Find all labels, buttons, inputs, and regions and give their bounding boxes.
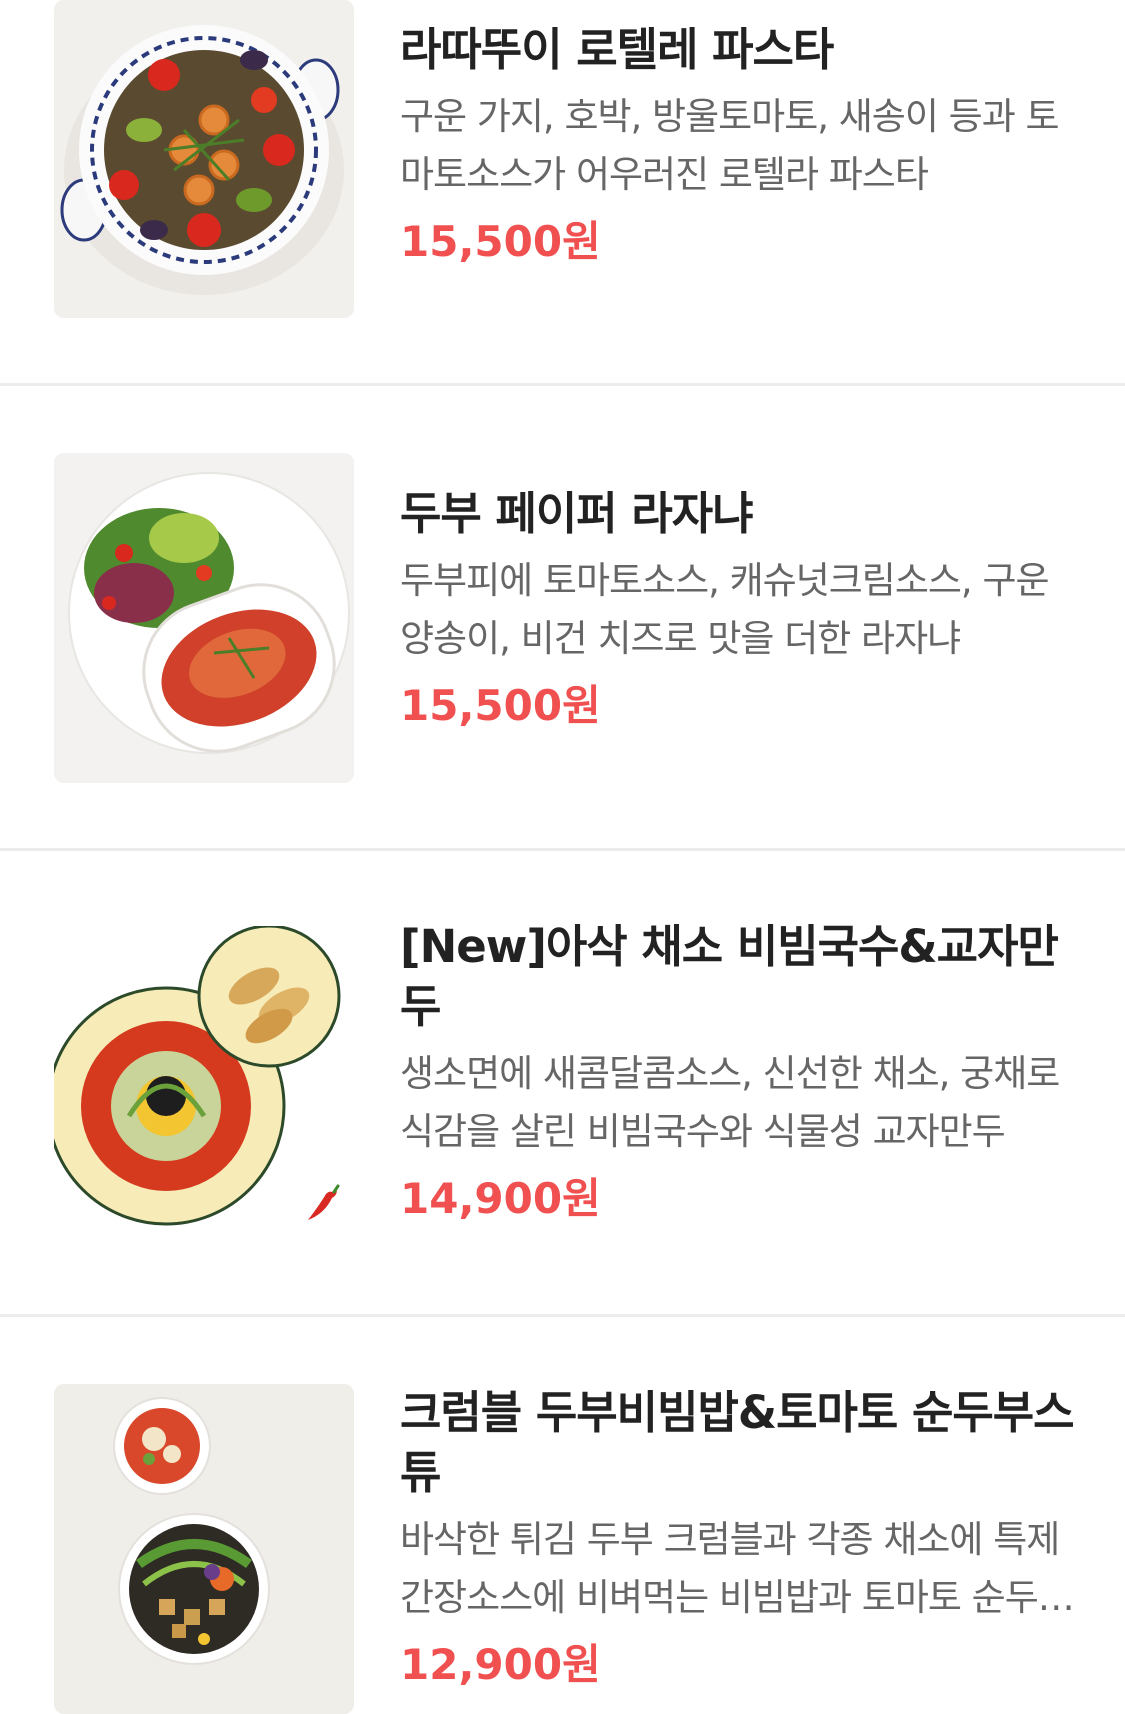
menu-item-name: [New]아삭 채소 비빔국수&교자만두 xyxy=(400,920,1059,1033)
menu-item[interactable]: [New]아삭 채소 비빔국수&교자만두 생소면에 새콤달콤소스, 신선한 채소… xyxy=(0,851,1125,1316)
menu-item[interactable]: 두부 페이퍼 라자냐 두부피에 토마토소스, 캐슈넛크림소스, 구운양송이, 비… xyxy=(0,386,1125,850)
menu-item-info: [New]아삭 채소 비빔국수&교자만두 생소면에 새콤달콤소스, 신선한 채소… xyxy=(400,917,1080,1227)
menu-item-price: 12,900원 xyxy=(400,1640,601,1689)
tofu-lasagna-image xyxy=(54,453,354,783)
menu-item-description: 구운 가지, 호박, 방울토마토, 새송이 등과 토마토소스가 어우러진 로텔라… xyxy=(400,95,1060,196)
menu-item-name: 크럼블 두부비빔밥&토마토 순두부스튜 xyxy=(400,1386,1075,1499)
menu-item-description: 바삭한 튀김 두부 크럼블과 각종 채소에 특제 간장소스에 비벼먹는 비빔밥과… xyxy=(400,1518,1072,1619)
menu-item-price: 15,500원 xyxy=(400,681,601,730)
ratatouille-pasta-image xyxy=(54,0,354,318)
menu-item-description: 생소면에 새콤달콤소스, 신선한 채소, 궁채로 식감을 살린 비빔국수와 식물… xyxy=(400,1052,1060,1153)
menu-item-price: 15,500원 xyxy=(400,217,601,266)
tofu-bibimbap-stew-image xyxy=(54,1384,354,1714)
menu-item-info: 크럼블 두부비빔밥&토마토 순두부스튜 바삭한 튀김 두부 크럼블과 각종 채소… xyxy=(400,1383,1080,1693)
chili-pepper-icon xyxy=(308,1184,340,1220)
menu-item-info: 두부 페이퍼 라자냐 두부피에 토마토소스, 캐슈넛크림소스, 구운양송이, 비… xyxy=(400,484,1080,734)
menu-item-name: 라따뚜이 로텔레 파스타 xyxy=(400,23,834,76)
menu-item-price: 14,900원 xyxy=(400,1174,601,1223)
menu-item-info: 라따뚜이 로텔레 파스타 구운 가지, 호박, 방울토마토, 새송이 등과 토마… xyxy=(400,20,1080,270)
menu-item[interactable]: 라따뚜이 로텔레 파스타 구운 가지, 호박, 방울토마토, 새송이 등과 토마… xyxy=(0,0,1125,385)
menu-item-description: 두부피에 토마토소스, 캐슈넛크림소스, 구운양송이, 비건 치즈로 맛을 더한… xyxy=(400,559,1050,660)
menu-item-name: 두부 페이퍼 라자냐 xyxy=(400,487,754,540)
menu-item[interactable]: 크럼블 두부비빔밥&토마토 순두부스튜 바삭한 튀김 두부 크럼블과 각종 채소… xyxy=(0,1317,1125,1714)
bibim-noodle-gyoza-image xyxy=(54,926,354,1246)
